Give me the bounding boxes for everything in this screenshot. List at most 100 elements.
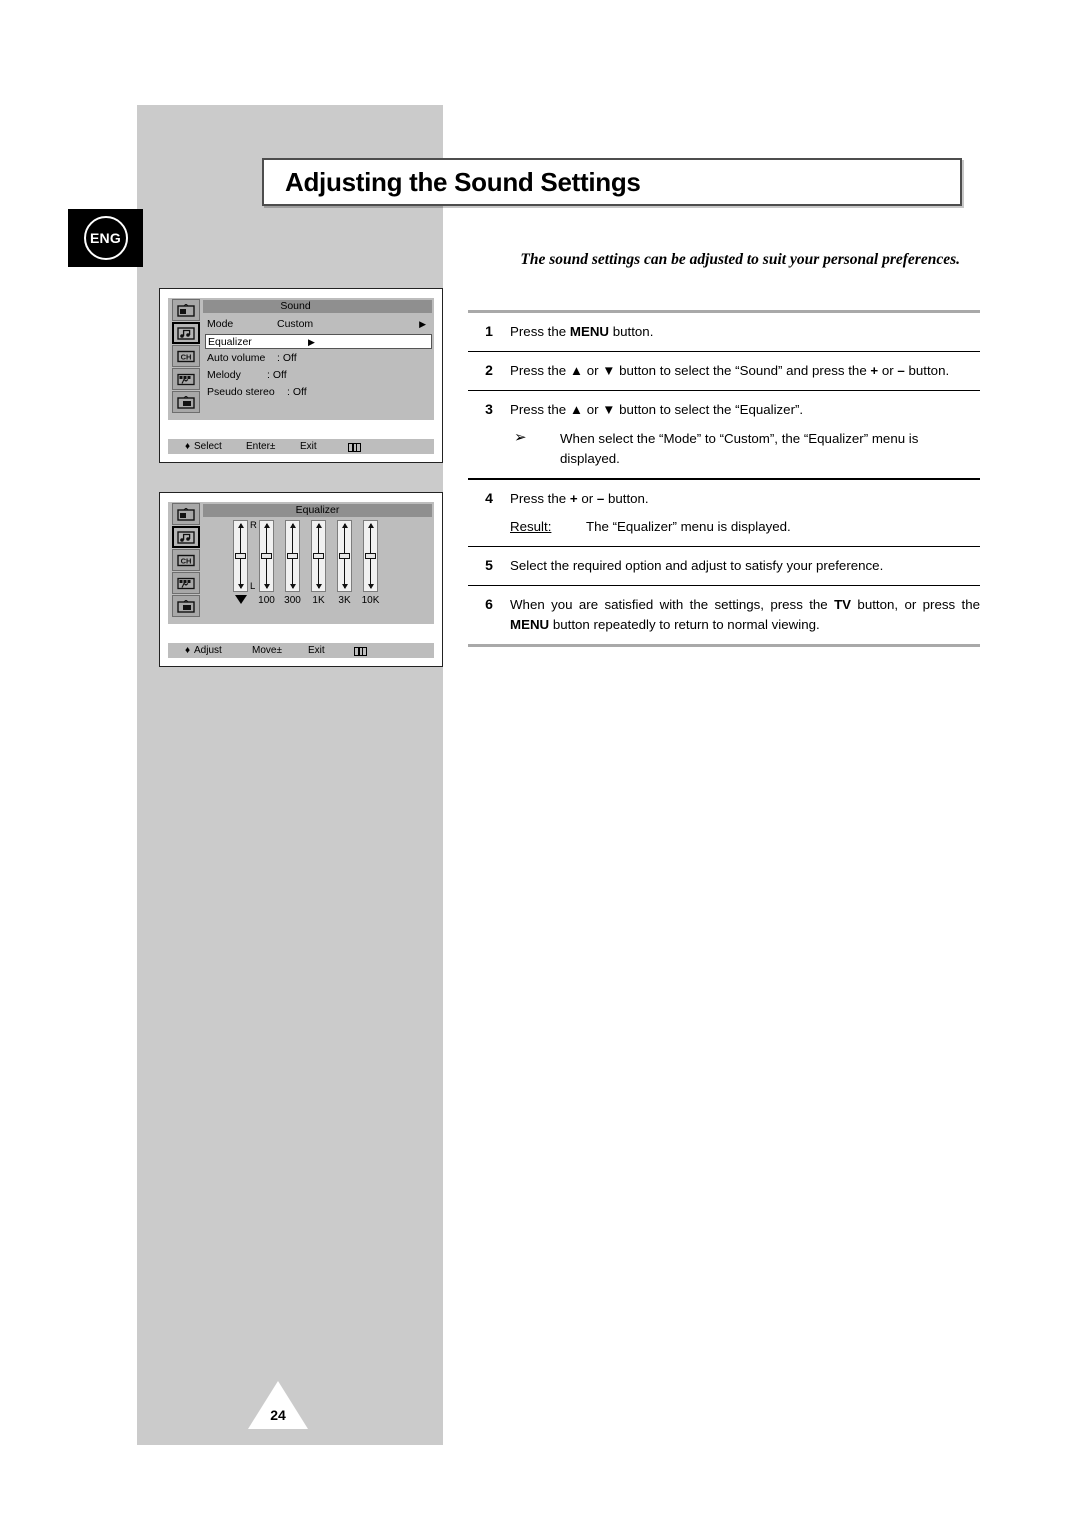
slider-thumb[interactable] xyxy=(339,553,350,559)
equalizer-band-10k[interactable]: 10K xyxy=(362,520,379,606)
chevron-right-icon: ▶ xyxy=(308,337,315,347)
slider-thumb[interactable] xyxy=(287,553,298,559)
osd-equalizer-title: Equalizer xyxy=(203,504,432,517)
equalizer-band-label: 300 xyxy=(284,595,301,606)
equalizer-band-300[interactable]: 300 xyxy=(284,520,301,606)
step-body: Select the required option and adjust to… xyxy=(510,556,980,576)
equalizer-slider-track[interactable] xyxy=(285,520,300,592)
step-body: Press the MENU button. xyxy=(510,322,980,342)
equalizer-band-label: 10K xyxy=(361,595,380,606)
step-body: When you are satisfied with the settings… xyxy=(510,595,980,635)
step-text-run: button, or press the xyxy=(851,596,980,612)
menu-row-melody[interactable]: Melody : Off xyxy=(205,368,432,383)
svg-text:CH: CH xyxy=(180,556,191,565)
equalizer-band-label: 3K xyxy=(338,595,351,606)
step-text-run: Press the xyxy=(510,324,570,339)
osd-equalizer-sidebar: CH xyxy=(168,502,203,624)
step-keyword: MENU xyxy=(510,616,550,632)
step-text-run: button. xyxy=(904,363,950,379)
menu-row-auto-volume[interactable]: Auto volume : Off xyxy=(205,351,432,366)
step-note: ➢ When select the “Mode” to “Custom”, the… xyxy=(510,429,980,469)
page-number: 24 xyxy=(270,1407,286,1423)
step-text-run: Press the xyxy=(510,490,570,506)
osd-sound-menu: CH Sound Mode Custom ▶ Equalizer ▶ Auto … xyxy=(159,288,443,463)
picture-icon[interactable] xyxy=(171,299,200,321)
equalizer-slider-track[interactable] xyxy=(233,520,248,592)
slider-thumb[interactable] xyxy=(365,553,376,559)
equalizer-band-100[interactable]: 100 xyxy=(258,520,275,606)
menu-bars-icon xyxy=(348,441,361,456)
instruction-step: 6 When you are satisfied with the setting… xyxy=(468,586,980,644)
slider-up-arrow-icon xyxy=(367,523,374,528)
footer-move-label: Move± xyxy=(252,645,282,656)
slider-thumb[interactable] xyxy=(235,553,246,559)
slider-up-arrow-icon xyxy=(315,523,322,528)
pip-icon[interactable] xyxy=(171,595,200,617)
intro-text: The sound settings can be adjusted to su… xyxy=(520,251,960,268)
menu-row-pseudo-stereo[interactable]: Pseudo stereo : Off xyxy=(205,385,432,400)
setup-icon[interactable] xyxy=(171,368,200,390)
channel-icon[interactable]: CH xyxy=(171,345,200,367)
equalizer-sliders-area: R L 100 300 1K 3K 10K xyxy=(233,520,430,620)
osd-equalizer-footer: ♦ Adjust Move± Exit xyxy=(168,643,434,658)
menu-value-mode: Custom xyxy=(277,318,314,330)
page-number-marker: 24 xyxy=(248,1381,308,1429)
osd-sound-sidebar: CH xyxy=(168,298,203,420)
slider-down-arrow-icon xyxy=(367,584,374,589)
menu-label-mode: Mode xyxy=(207,318,234,330)
equalizer-band-1k[interactable]: 1K xyxy=(311,520,326,606)
step-text-run: or xyxy=(577,490,597,506)
steps-bottom-rule xyxy=(468,643,980,647)
updown-diamond-icon: ♦ xyxy=(185,441,191,452)
channel-label-right: R xyxy=(250,520,257,531)
equalizer-slider-track[interactable] xyxy=(259,520,274,592)
slider-down-arrow-icon xyxy=(237,584,244,589)
step-number: 4 xyxy=(485,489,493,506)
balance-icon xyxy=(234,595,247,607)
equalizer-slider-track[interactable] xyxy=(363,520,378,592)
step-text: Select the required option and adjust to… xyxy=(510,556,980,576)
step-text-run: Press the ▲ or ▼ button to select the “E… xyxy=(510,402,804,418)
step-keyword: TV xyxy=(834,596,852,612)
equalizer-band-label: 1K xyxy=(312,595,325,606)
menu-label-melody: Melody xyxy=(207,369,241,381)
footer-select-label: Select xyxy=(194,441,222,452)
step-keyword: + xyxy=(569,490,578,506)
step-text-run: Press the ▲ or ▼ button to select the “S… xyxy=(510,363,871,379)
equalizer-slider-track[interactable] xyxy=(337,520,352,592)
menu-row-mode[interactable]: Mode Custom ▶ xyxy=(205,317,432,332)
slider-thumb[interactable] xyxy=(313,553,324,559)
step-number: 6 xyxy=(485,595,493,612)
slider-up-arrow-icon xyxy=(289,523,296,528)
equalizer-band-balance[interactable]: R L xyxy=(233,520,257,604)
step-number: 1 xyxy=(485,323,493,339)
instruction-step: 1 Press the MENU button. xyxy=(468,313,980,351)
pip-icon[interactable] xyxy=(171,391,200,413)
step-number: 3 xyxy=(485,401,493,418)
channel-icon[interactable]: CH xyxy=(171,549,200,571)
footer-exit-label: Exit xyxy=(308,645,325,656)
equalizer-band-3k[interactable]: 3K xyxy=(337,520,352,606)
step-number: 5 xyxy=(485,556,493,573)
equalizer-slider-track[interactable] xyxy=(311,520,326,592)
slider-down-arrow-icon xyxy=(315,584,322,589)
updown-diamond-icon: ♦ xyxy=(185,645,191,656)
language-badge-label: ENG xyxy=(83,216,128,260)
osd-equalizer-content: Equalizer R L 100 300 1K 3K 10K xyxy=(203,502,434,624)
picture-icon[interactable] xyxy=(171,503,200,525)
osd-sound-title: Sound xyxy=(203,300,432,313)
result-text: The “Equalizer” menu is displayed. xyxy=(586,518,791,534)
menu-label-equalizer: Equalizer xyxy=(208,336,252,348)
setup-icon[interactable] xyxy=(171,572,200,594)
menu-row-equalizer[interactable]: Equalizer ▶ xyxy=(205,334,432,349)
menu-label-auto-volume: Auto volume xyxy=(207,352,266,364)
slider-thumb[interactable] xyxy=(261,553,272,559)
footer-adjust-label: Adjust xyxy=(194,645,222,656)
equalizer-band-label: 100 xyxy=(258,595,275,606)
step-body: Press the + or – button. Result: The “Equa… xyxy=(510,489,980,537)
osd-sound-footer: ♦ Select Enter± Exit xyxy=(168,439,434,454)
sound-icon[interactable] xyxy=(171,322,200,344)
footer-exit-label: Exit xyxy=(300,441,317,452)
step-keyword: MENU xyxy=(569,324,610,339)
sound-icon[interactable] xyxy=(171,526,200,548)
